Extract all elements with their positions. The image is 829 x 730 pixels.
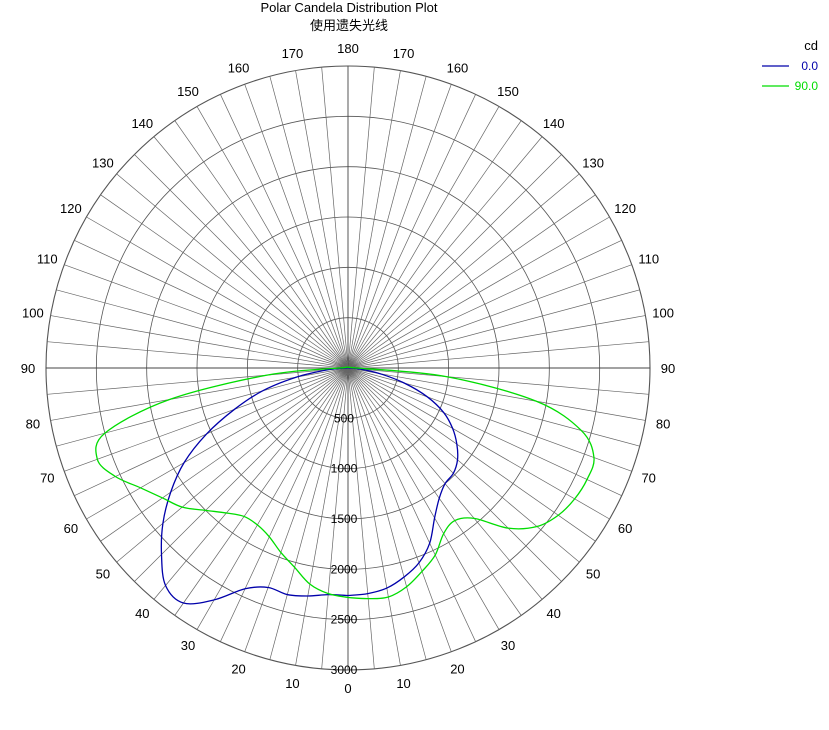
angle-tick-label: 160: [228, 60, 250, 75]
angle-tick-label: 60: [64, 521, 78, 536]
angle-tick-label: 20: [231, 662, 245, 677]
grid-spoke: [347, 367, 427, 660]
angle-tick-label: 80: [656, 417, 670, 432]
grid-spoke: [244, 84, 349, 369]
grid-spoke: [347, 289, 640, 369]
grid-spoke: [347, 367, 640, 447]
legend-label-series-2: 90.0: [795, 79, 819, 93]
grid-spoke: [220, 94, 349, 369]
grid-spoke: [74, 240, 349, 369]
grid-spoke: [347, 76, 427, 369]
grid-spoke: [347, 216, 610, 369]
angle-tick-label: 110: [638, 252, 659, 267]
angle-tick-label: 180: [337, 41, 359, 56]
grid-spoke: [347, 367, 622, 496]
angle-tick-label: 120: [60, 201, 82, 216]
grid-spoke: [196, 367, 349, 630]
chart-title: Polar Candela Distribution Plot: [260, 0, 437, 15]
radial-tick-labels: 500 1000 1500 2000 2500 3000: [331, 411, 358, 677]
angle-tick-label: 120: [614, 201, 636, 216]
grid-spoke: [196, 106, 349, 369]
angle-tick-label: 150: [177, 84, 199, 99]
grid-spoke: [64, 264, 349, 369]
radial-tick-label: 2500: [331, 613, 358, 627]
angle-tick-label: 70: [40, 470, 54, 485]
grid-spoke: [347, 106, 500, 369]
grid-spoke: [347, 264, 632, 369]
series-1-curve: [160, 367, 459, 605]
angle-tick-label: 50: [96, 567, 110, 582]
angle-tick-label: 100: [652, 305, 674, 320]
angle-tick-label: 50: [586, 567, 600, 582]
angle-tick-label: 0: [344, 681, 351, 696]
angle-tick-label: 140: [131, 116, 153, 131]
grid-spoke: [269, 76, 349, 369]
grid-spoke: [347, 94, 476, 369]
chart-subtitle: 使用遗失光线: [310, 18, 388, 33]
angle-tick-label: 10: [396, 676, 410, 691]
angle-tick-label: 30: [181, 638, 195, 653]
angle-tick-label: 40: [546, 606, 560, 621]
grid-spoke: [347, 240, 622, 369]
grid-spoke: [56, 367, 349, 447]
legend-unit-label: cd: [804, 38, 818, 53]
angle-tick-label: 150: [497, 84, 519, 99]
radial-tick-label: 3000: [331, 663, 358, 677]
legend: cd 0.0 90.0: [762, 38, 818, 93]
angle-tick-label: 10: [285, 676, 299, 691]
angle-tick-label: 40: [135, 606, 149, 621]
angle-tick-label: 170: [393, 46, 415, 61]
angle-tick-label: 160: [447, 60, 469, 75]
angle-tick-label: 70: [641, 470, 655, 485]
legend-label-series-1: 0.0: [801, 59, 818, 73]
radial-tick-label: 1000: [331, 462, 358, 476]
grid-spoke: [347, 367, 610, 520]
angle-tick-label: 170: [282, 46, 304, 61]
grid-spoke: [220, 367, 349, 642]
angle-tick-label: 30: [501, 638, 515, 653]
angle-tick-label: 60: [618, 521, 632, 536]
angle-tick-label: 130: [582, 155, 604, 170]
angle-tick-label: 20: [450, 662, 464, 677]
angle-tick-label: 90: [661, 361, 675, 376]
radial-tick-label: 500: [334, 411, 354, 425]
radial-tick-label: 1500: [331, 512, 358, 526]
radial-tick-label: 2000: [331, 562, 358, 576]
grid-spoke: [347, 367, 476, 642]
grid-spoke: [86, 216, 349, 369]
angle-tick-label: 140: [543, 116, 565, 131]
grid-spoke: [64, 367, 349, 472]
grid-spoke: [347, 84, 452, 369]
grid-spoke: [347, 367, 500, 630]
grid-spoke: [86, 367, 349, 520]
grid-spoke: [56, 289, 349, 369]
grid-spoke: [347, 367, 632, 472]
polar-candela-chart: Polar Candela Distribution Plot 使用遗失光线 5…: [21, 0, 819, 696]
angle-tick-label: 130: [92, 155, 114, 170]
angle-tick-label: 110: [37, 252, 58, 267]
angle-tick-label: 80: [26, 417, 40, 432]
angle-tick-label: 100: [22, 305, 44, 320]
angle-tick-label: 90: [21, 361, 35, 376]
grid-spoke: [244, 367, 349, 652]
